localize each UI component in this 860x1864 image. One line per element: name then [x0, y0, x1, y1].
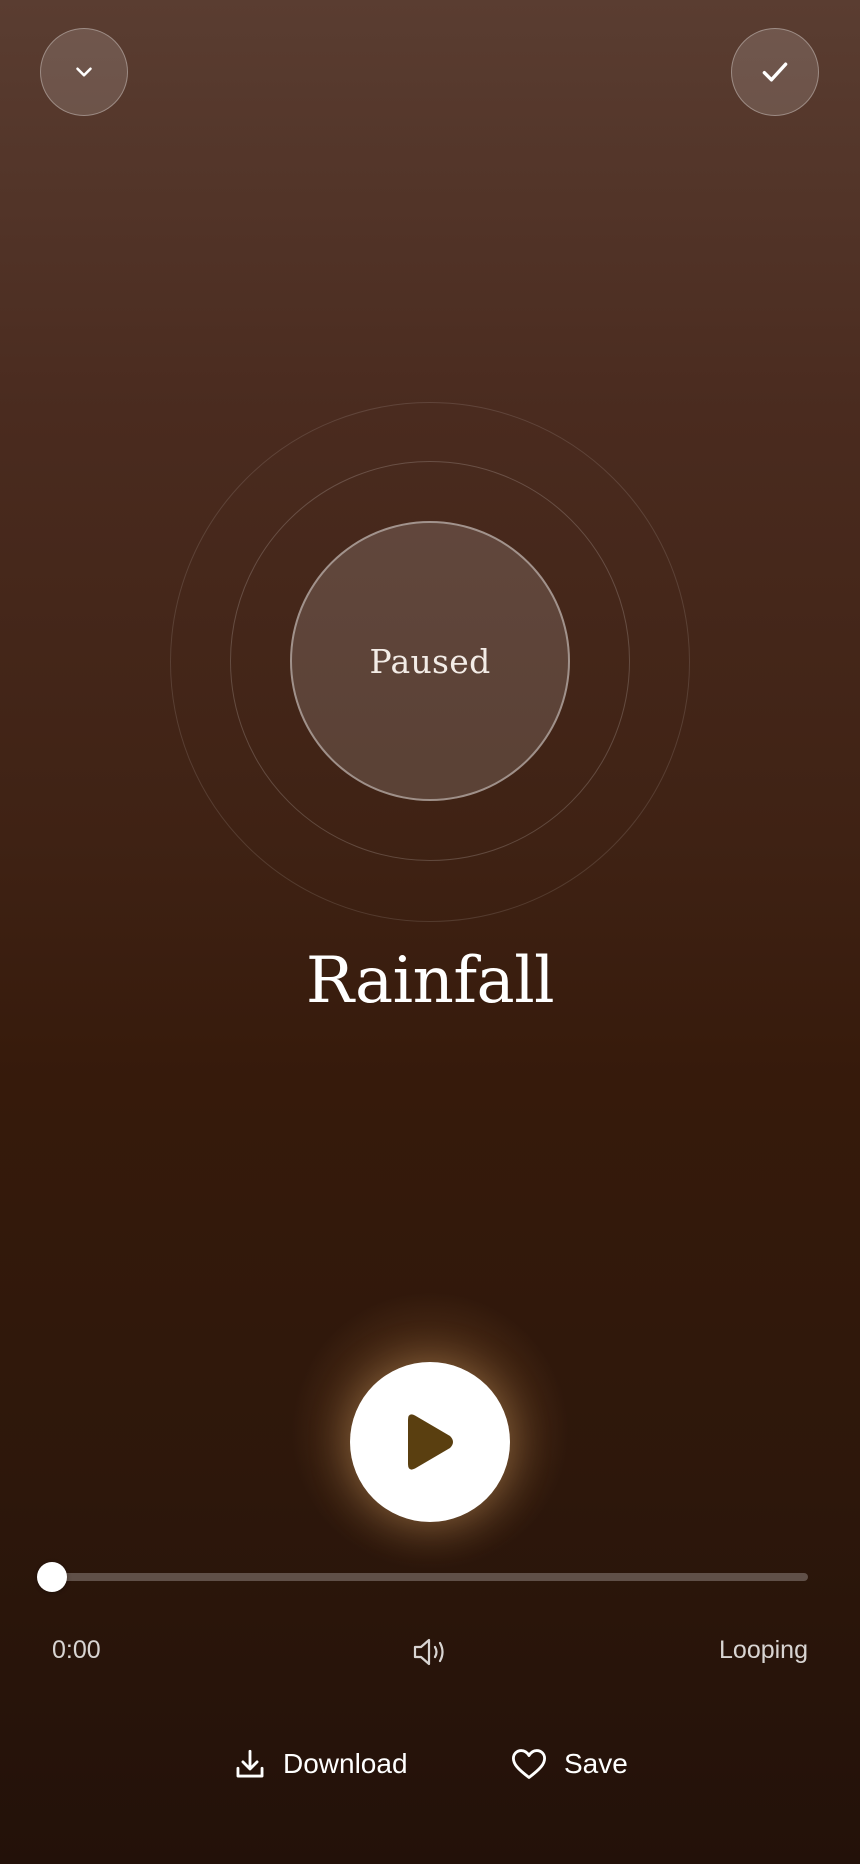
- collapse-button[interactable]: [40, 28, 128, 116]
- play-button[interactable]: [350, 1362, 510, 1522]
- volume-button[interactable]: [410, 1634, 450, 1670]
- done-button[interactable]: [731, 28, 819, 116]
- loop-toggle[interactable]: Looping: [719, 1636, 808, 1665]
- play-icon: [408, 1414, 453, 1470]
- heart-icon: [511, 1749, 546, 1779]
- playback-status: Paused: [369, 641, 491, 681]
- elapsed-time: 0:00: [52, 1636, 101, 1664]
- save-button[interactable]: Save: [510, 1742, 628, 1786]
- visualizer-outer-ring: [170, 402, 690, 922]
- download-button[interactable]: Download: [233, 1742, 408, 1786]
- chevron-down-icon: [76, 67, 92, 77]
- progress-bar[interactable]: [37, 1562, 808, 1592]
- visualizer-middle-ring: [230, 461, 630, 861]
- volume-icon: [413, 1638, 444, 1666]
- progress-thumb[interactable]: [37, 1562, 67, 1592]
- download-icon: [236, 1749, 264, 1778]
- save-label: Save: [564, 1748, 628, 1779]
- download-label: Download: [283, 1748, 408, 1779]
- track-title: Rainfall: [305, 944, 555, 1018]
- visualizer: Paused: [0, 0, 860, 1864]
- visualizer-core: Paused: [290, 521, 570, 801]
- check-icon: [762, 62, 788, 82]
